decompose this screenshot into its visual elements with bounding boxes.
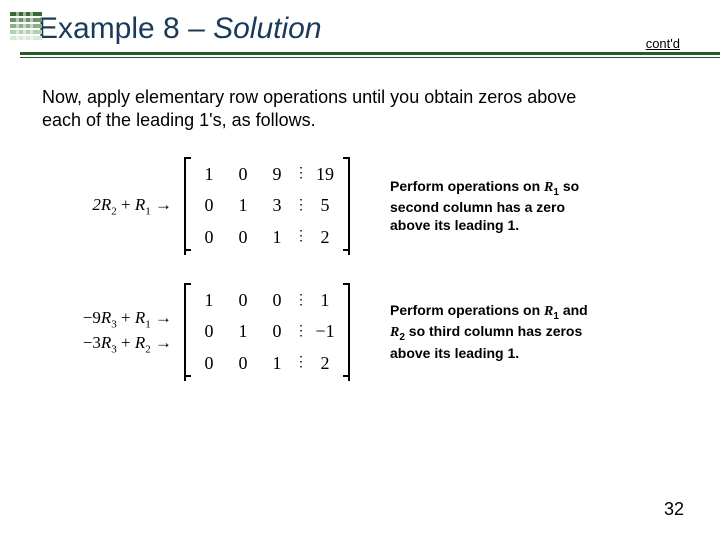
caption-1: Perform operations on R1 so second colum… [390, 178, 600, 234]
title-prefix: Example 8 – [38, 12, 213, 45]
title-solution: Solution [213, 12, 321, 45]
slide-title: Example 8 – Solution [20, 12, 720, 46]
contd-label: cont'd [646, 36, 680, 51]
caption-2: Perform operations on R1 and R2 so third… [390, 302, 600, 362]
row-operations-1: 2R2 + R1 → [42, 194, 172, 219]
augmented-matrix-2: 100⋮1 010⋮−1 001⋮2 [178, 283, 356, 381]
header-rule [20, 52, 720, 58]
vdots-icon: ⋮ [294, 230, 308, 244]
vdots-icon: ⋮ [294, 167, 308, 181]
logo-icon [10, 12, 50, 42]
vdots-icon: ⋮ [294, 199, 308, 213]
slide-header: Example 8 – Solution cont'd [0, 0, 720, 58]
augmented-matrix-1: 109⋮19 013⋮5 001⋮2 [178, 157, 356, 255]
vdots-icon: ⋮ [294, 325, 308, 339]
row-operations-2: −9R3 + R1 → −3R3 + R2 → [42, 307, 172, 356]
matrix-block-1: 2R2 + R1 → 109⋮19 013⋮5 001⋮2 Perform op… [42, 157, 680, 255]
vdots-icon: ⋮ [294, 294, 308, 308]
page-number: 32 [664, 499, 684, 520]
vdots-icon: ⋮ [294, 356, 308, 370]
intro-paragraph: Now, apply elementary row operations unt… [42, 86, 592, 133]
matrix-block-2: −9R3 + R1 → −3R3 + R2 → 100⋮1 010⋮−1 001… [42, 283, 680, 381]
slide-body: Now, apply elementary row operations unt… [0, 58, 720, 381]
